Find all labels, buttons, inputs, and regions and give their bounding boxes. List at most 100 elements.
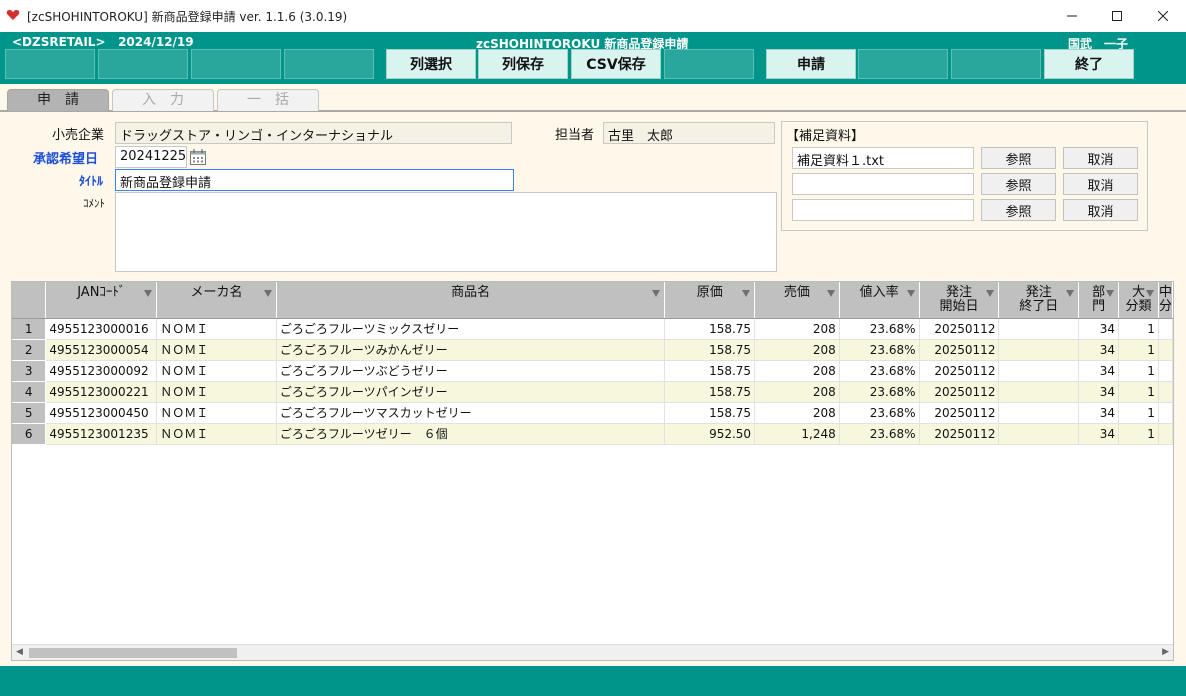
margin-cell[interactable]: 23.68% <box>839 381 920 403</box>
product-cell[interactable]: ごろごろフルーツパインゼリー <box>276 381 666 403</box>
desired-date-field[interactable]: 20241225 <box>115 146 187 168</box>
browse-button-1[interactable]: 参照 <box>981 147 1056 169</box>
jan-cell[interactable]: 4955123000054 <box>45 339 158 361</box>
column-header-price[interactable]: 売価 <box>754 282 840 319</box>
calendar-icon[interactable] <box>189 148 207 166</box>
cost-cell[interactable]: 952.50 <box>664 423 756 445</box>
product-cell[interactable]: ごろごろフルーツマスカットゼリー <box>276 402 666 424</box>
price-cell[interactable]: 1,248 <box>754 423 840 445</box>
middle-category-cell[interactable] <box>1158 381 1173 403</box>
order-start-cell[interactable]: 20250112 <box>919 318 1000 340</box>
order-start-cell[interactable]: 20250112 <box>919 381 1000 403</box>
column-save-button[interactable]: 列保存 <box>478 49 568 79</box>
department-cell[interactable]: 34 <box>1078 402 1120 424</box>
order-end-cell[interactable] <box>998 423 1080 445</box>
cancel-button-1[interactable]: 取消 <box>1063 147 1138 169</box>
filter-icon[interactable] <box>826 290 835 297</box>
maker-cell[interactable]: ＮＯＭＩ <box>156 339 277 361</box>
order-start-cell[interactable]: 20250112 <box>919 423 1000 445</box>
jan-cell[interactable]: 4955123001235 <box>45 423 158 445</box>
jan-cell[interactable]: 4955123000221 <box>45 381 158 403</box>
jan-cell[interactable]: 4955123000092 <box>45 360 158 382</box>
order-end-cell[interactable] <box>998 360 1080 382</box>
margin-cell[interactable]: 23.68% <box>839 360 920 382</box>
tab-batch[interactable]: 一括 <box>217 89 319 111</box>
major-category-cell[interactable]: 1 <box>1118 402 1159 424</box>
price-cell[interactable]: 208 <box>754 402 840 424</box>
order-start-cell[interactable]: 20250112 <box>919 360 1000 382</box>
filter-icon[interactable] <box>263 290 272 297</box>
major-category-cell[interactable]: 1 <box>1118 360 1159 382</box>
cost-cell[interactable]: 158.75 <box>664 402 756 424</box>
order-end-cell[interactable] <box>998 318 1080 340</box>
cancel-button-3[interactable]: 取消 <box>1063 199 1138 221</box>
price-cell[interactable]: 208 <box>754 381 840 403</box>
csv-save-button[interactable]: CSV保存 <box>571 49 661 79</box>
table-row[interactable]: 6 4955123001235 ＮＯＭＩ ごろごろフルーツゼリー ６個 952.… <box>12 423 1173 445</box>
filter-icon[interactable] <box>1106 290 1115 297</box>
filter-icon[interactable] <box>986 290 995 297</box>
order-start-cell[interactable]: 20250112 <box>919 402 1000 424</box>
title-input[interactable]: 新商品登録申請 <box>115 169 514 191</box>
major-category-cell[interactable]: 1 <box>1118 423 1159 445</box>
order-start-cell[interactable]: 20250112 <box>919 339 1000 361</box>
column-select-button[interactable]: 列選択 <box>386 49 476 79</box>
table-row[interactable]: 2 4955123000054 ＮＯＭＩ ごろごろフルーツみかんゼリー 158.… <box>12 339 1173 361</box>
middle-category-cell[interactable] <box>1158 423 1173 445</box>
column-header-jan[interactable]: JANｺｰﾄﾞ <box>45 282 158 319</box>
margin-cell[interactable]: 23.68% <box>839 423 920 445</box>
maker-cell[interactable]: ＮＯＭＩ <box>156 381 277 403</box>
maximize-button[interactable] <box>1094 0 1140 32</box>
order-end-cell[interactable] <box>998 381 1080 403</box>
jan-cell[interactable]: 4955123000450 <box>45 402 158 424</box>
price-cell[interactable]: 208 <box>754 318 840 340</box>
table-row[interactable]: 5 4955123000450 ＮＯＭＩ ごろごろフルーツマスカットゼリー 15… <box>12 402 1173 424</box>
table-row[interactable]: 4 4955123000221 ＮＯＭＩ ごろごろフルーツパインゼリー 158.… <box>12 381 1173 403</box>
minimize-button[interactable] <box>1049 0 1095 32</box>
column-header-major-category[interactable]: 大 分類 <box>1118 282 1159 319</box>
department-cell[interactable]: 34 <box>1078 318 1120 340</box>
price-cell[interactable]: 208 <box>754 360 840 382</box>
major-category-cell[interactable]: 1 <box>1118 381 1159 403</box>
middle-category-cell[interactable] <box>1158 360 1173 382</box>
table-row[interactable]: 1 4955123000016 ＮＯＭＩ ごろごろフルーツミックスゼリー 158… <box>12 318 1173 340</box>
product-cell[interactable]: ごろごろフルーツゼリー ６個 <box>276 423 666 445</box>
product-cell[interactable]: ごろごろフルーツみかんゼリー <box>276 339 666 361</box>
maker-cell[interactable]: ＮＯＭＩ <box>156 423 277 445</box>
product-cell[interactable]: ごろごろフルーツミックスゼリー <box>276 318 666 340</box>
major-category-cell[interactable]: 1 <box>1118 339 1159 361</box>
column-header-department[interactable]: 部 門 <box>1078 282 1120 319</box>
filter-icon[interactable] <box>1066 290 1075 297</box>
middle-category-cell[interactable] <box>1158 402 1173 424</box>
column-header-product[interactable]: 商品名 <box>276 282 666 319</box>
maker-cell[interactable]: ＮＯＭＩ <box>156 360 277 382</box>
table-row[interactable]: 3 4955123000092 ＮＯＭＩ ごろごろフルーツぶどうゼリー 158.… <box>12 360 1173 382</box>
product-cell[interactable]: ごろごろフルーツぶどうゼリー <box>276 360 666 382</box>
scroll-left-icon[interactable]: ◀ <box>16 647 23 657</box>
order-end-cell[interactable] <box>998 339 1080 361</box>
department-cell[interactable]: 34 <box>1078 423 1120 445</box>
cost-cell[interactable]: 158.75 <box>664 318 756 340</box>
scrollbar-thumb[interactable] <box>29 648 237 658</box>
margin-cell[interactable]: 23.68% <box>839 318 920 340</box>
margin-cell[interactable]: 23.68% <box>839 339 920 361</box>
column-header-order-start[interactable]: 発注 開始日 <box>919 282 1000 319</box>
maker-cell[interactable]: ＮＯＭＩ <box>156 402 277 424</box>
jan-cell[interactable]: 4955123000016 <box>45 318 158 340</box>
cost-cell[interactable]: 158.75 <box>664 381 756 403</box>
filter-icon[interactable] <box>144 290 153 297</box>
browse-button-3[interactable]: 参照 <box>981 199 1056 221</box>
cost-cell[interactable]: 158.75 <box>664 339 756 361</box>
exit-button[interactable]: 終了 <box>1044 49 1134 79</box>
price-cell[interactable]: 208 <box>754 339 840 361</box>
filter-icon[interactable] <box>1145 290 1154 297</box>
cost-cell[interactable]: 158.75 <box>664 360 756 382</box>
attachment-file-1[interactable]: 補足資料１.txt <box>792 147 974 169</box>
margin-cell[interactable]: 23.68% <box>839 402 920 424</box>
middle-category-cell[interactable] <box>1158 339 1173 361</box>
maker-cell[interactable]: ＮＯＭＩ <box>156 318 277 340</box>
comment-textarea[interactable] <box>115 192 777 272</box>
apply-button[interactable]: 申請 <box>766 49 856 79</box>
order-end-cell[interactable] <box>998 402 1080 424</box>
cancel-button-2[interactable]: 取消 <box>1063 173 1138 195</box>
